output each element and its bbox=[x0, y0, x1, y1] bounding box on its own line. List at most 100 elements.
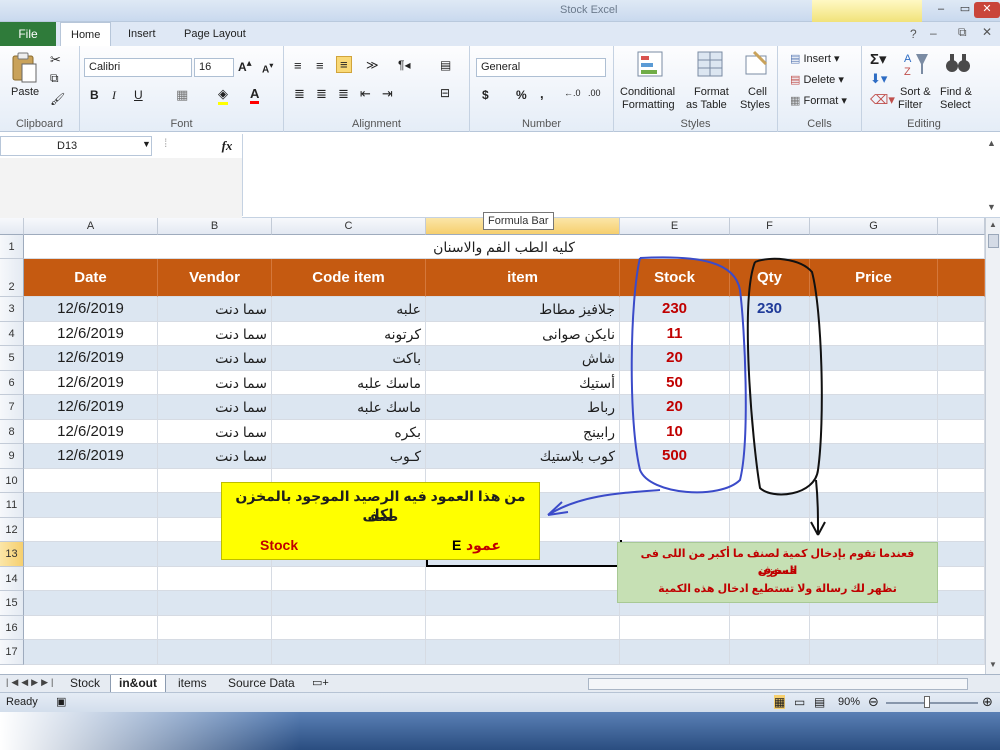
empty-cell[interactable] bbox=[24, 591, 158, 616]
empty-cell[interactable] bbox=[24, 615, 158, 640]
empty-cell[interactable] bbox=[158, 591, 272, 616]
percent-button[interactable]: % bbox=[516, 88, 527, 102]
cell-extra[interactable] bbox=[938, 395, 985, 420]
empty-cell[interactable] bbox=[810, 517, 938, 542]
cell-item[interactable]: أستيك bbox=[426, 370, 620, 395]
sheet-tab-source-data[interactable]: Source Data bbox=[220, 675, 303, 693]
empty-cell[interactable] bbox=[158, 640, 272, 665]
sheet-tab-stock[interactable]: Stock bbox=[62, 675, 108, 693]
vertical-scrollbar[interactable]: ▲ ▼ bbox=[985, 218, 1000, 674]
page-layout-view-icon[interactable]: ▭ bbox=[794, 695, 805, 709]
empty-cell[interactable] bbox=[810, 468, 938, 493]
name-box-dropdown-icon[interactable]: ▼ bbox=[142, 139, 151, 149]
orientation-icon[interactable]: ≫ bbox=[366, 58, 379, 72]
font-color-icon[interactable]: A bbox=[250, 86, 260, 104]
spreadsheet-grid[interactable]: A B C D E F G 1 2 3 4 5 6 7 8 9 10 11 12… bbox=[0, 218, 1000, 674]
increase-indent-icon[interactable]: ⇥ bbox=[382, 86, 393, 102]
empty-cell[interactable] bbox=[426, 640, 620, 665]
ribbon-restore-icon[interactable]: ⧉ bbox=[958, 25, 967, 40]
row-header-4[interactable]: 4 bbox=[0, 321, 24, 346]
cell-price[interactable] bbox=[810, 321, 938, 346]
close-button[interactable]: ✕ bbox=[974, 2, 1000, 18]
empty-cell[interactable] bbox=[620, 640, 730, 665]
empty-cell[interactable] bbox=[620, 493, 730, 518]
conditional-formatting-button[interactable]: Conditional bbox=[620, 86, 675, 98]
italic-button[interactable]: I bbox=[112, 88, 116, 103]
insert-cells-button[interactable]: ▤ Insert ▾ bbox=[790, 52, 840, 65]
format-cells-button[interactable]: ▦ Format ▾ bbox=[790, 94, 847, 107]
column-header-b[interactable]: B bbox=[158, 218, 272, 235]
sheet-tab-in-out[interactable]: in&out bbox=[110, 675, 166, 693]
font-name-dropdown[interactable]: Calibri bbox=[84, 58, 192, 77]
row-header-14[interactable]: 14 bbox=[0, 566, 24, 591]
zoom-thumb[interactable] bbox=[924, 696, 930, 708]
cell-stock[interactable]: 10 bbox=[620, 419, 730, 444]
empty-cell[interactable] bbox=[24, 493, 158, 518]
cell-qty[interactable] bbox=[730, 395, 810, 420]
cell-qty[interactable] bbox=[730, 346, 810, 371]
empty-cell[interactable] bbox=[24, 542, 158, 567]
sort-filter-icon[interactable]: AZ bbox=[902, 50, 930, 78]
empty-cell[interactable] bbox=[620, 615, 730, 640]
empty-cell[interactable] bbox=[810, 493, 938, 518]
align-left-icon[interactable]: ≣ bbox=[294, 86, 305, 102]
cell-vendor[interactable]: سما دنت bbox=[158, 346, 272, 371]
borders-icon[interactable]: ▦ bbox=[176, 87, 188, 103]
empty-cell[interactable] bbox=[24, 640, 158, 665]
macro-record-icon[interactable]: ▣ bbox=[56, 695, 66, 708]
row-header-5[interactable]: 5 bbox=[0, 346, 24, 371]
empty-cell[interactable] bbox=[272, 615, 426, 640]
empty-cell[interactable] bbox=[24, 468, 158, 493]
cell-price[interactable] bbox=[810, 297, 938, 322]
header-vendor[interactable]: Vendor bbox=[158, 259, 272, 297]
cell-date[interactable]: 12/6/2019 bbox=[24, 419, 158, 444]
help-icon[interactable]: ? bbox=[910, 27, 917, 41]
copy-icon[interactable]: ⧉ bbox=[50, 71, 59, 86]
empty-cell[interactable] bbox=[24, 566, 158, 591]
cell-code-item[interactable]: باكت bbox=[272, 346, 426, 371]
sheet-tab-items[interactable]: items bbox=[170, 675, 215, 693]
cell-vendor[interactable]: سما دنت bbox=[158, 419, 272, 444]
cell-stock[interactable]: 500 bbox=[620, 444, 730, 469]
cell-stock[interactable]: 230 bbox=[620, 297, 730, 322]
cell-item[interactable]: شاش bbox=[426, 346, 620, 371]
insert-function-button[interactable]: fx bbox=[214, 136, 240, 156]
cell-extra[interactable] bbox=[938, 370, 985, 395]
empty-cell[interactable] bbox=[730, 468, 810, 493]
empty-cell[interactable] bbox=[272, 640, 426, 665]
empty-cell[interactable] bbox=[938, 591, 985, 616]
formula-input[interactable] bbox=[242, 134, 986, 216]
empty-cell[interactable] bbox=[158, 615, 272, 640]
cell-stock[interactable]: 20 bbox=[620, 395, 730, 420]
align-bottom-icon[interactable]: ≡ bbox=[336, 56, 352, 73]
format-painter-icon[interactable]: 🖌 bbox=[50, 92, 65, 106]
paste-icon[interactable] bbox=[10, 52, 38, 84]
cell-item[interactable]: رباط bbox=[426, 395, 620, 420]
scroll-thumb[interactable] bbox=[988, 234, 999, 248]
header-extra[interactable] bbox=[938, 259, 985, 297]
cell-code-item[interactable]: ماسك علبه bbox=[272, 370, 426, 395]
cell-code-item[interactable]: علبه bbox=[272, 297, 426, 322]
comma-button[interactable]: , bbox=[540, 86, 544, 101]
row-header-7[interactable]: 7 bbox=[0, 395, 24, 420]
align-center-icon[interactable]: ≣ bbox=[316, 86, 327, 102]
row-header-15[interactable]: 15 bbox=[0, 591, 24, 616]
tab-page-layout[interactable]: Page Layout bbox=[174, 22, 256, 46]
empty-cell[interactable] bbox=[620, 517, 730, 542]
sort-filter-button[interactable]: Sort & bbox=[900, 86, 931, 98]
empty-cell[interactable] bbox=[272, 566, 426, 591]
row-header-8[interactable]: 8 bbox=[0, 419, 24, 444]
row-header-3[interactable]: 3 bbox=[0, 297, 24, 322]
column-header-f[interactable]: F bbox=[730, 218, 810, 235]
normal-view-icon[interactable]: ▦ bbox=[774, 695, 786, 709]
cell-vendor[interactable]: سما دنت bbox=[158, 444, 272, 469]
cell-qty[interactable]: 230 bbox=[730, 297, 810, 322]
merge-center-icon[interactable]: ⊟ bbox=[440, 86, 450, 100]
cell-date[interactable]: 12/6/2019 bbox=[24, 370, 158, 395]
cell-date[interactable]: 12/6/2019 bbox=[24, 321, 158, 346]
empty-cell[interactable] bbox=[158, 566, 272, 591]
cell-qty[interactable] bbox=[730, 444, 810, 469]
minimize-button[interactable]: – bbox=[928, 2, 954, 18]
empty-cell[interactable] bbox=[426, 566, 620, 591]
cell-price[interactable] bbox=[810, 419, 938, 444]
